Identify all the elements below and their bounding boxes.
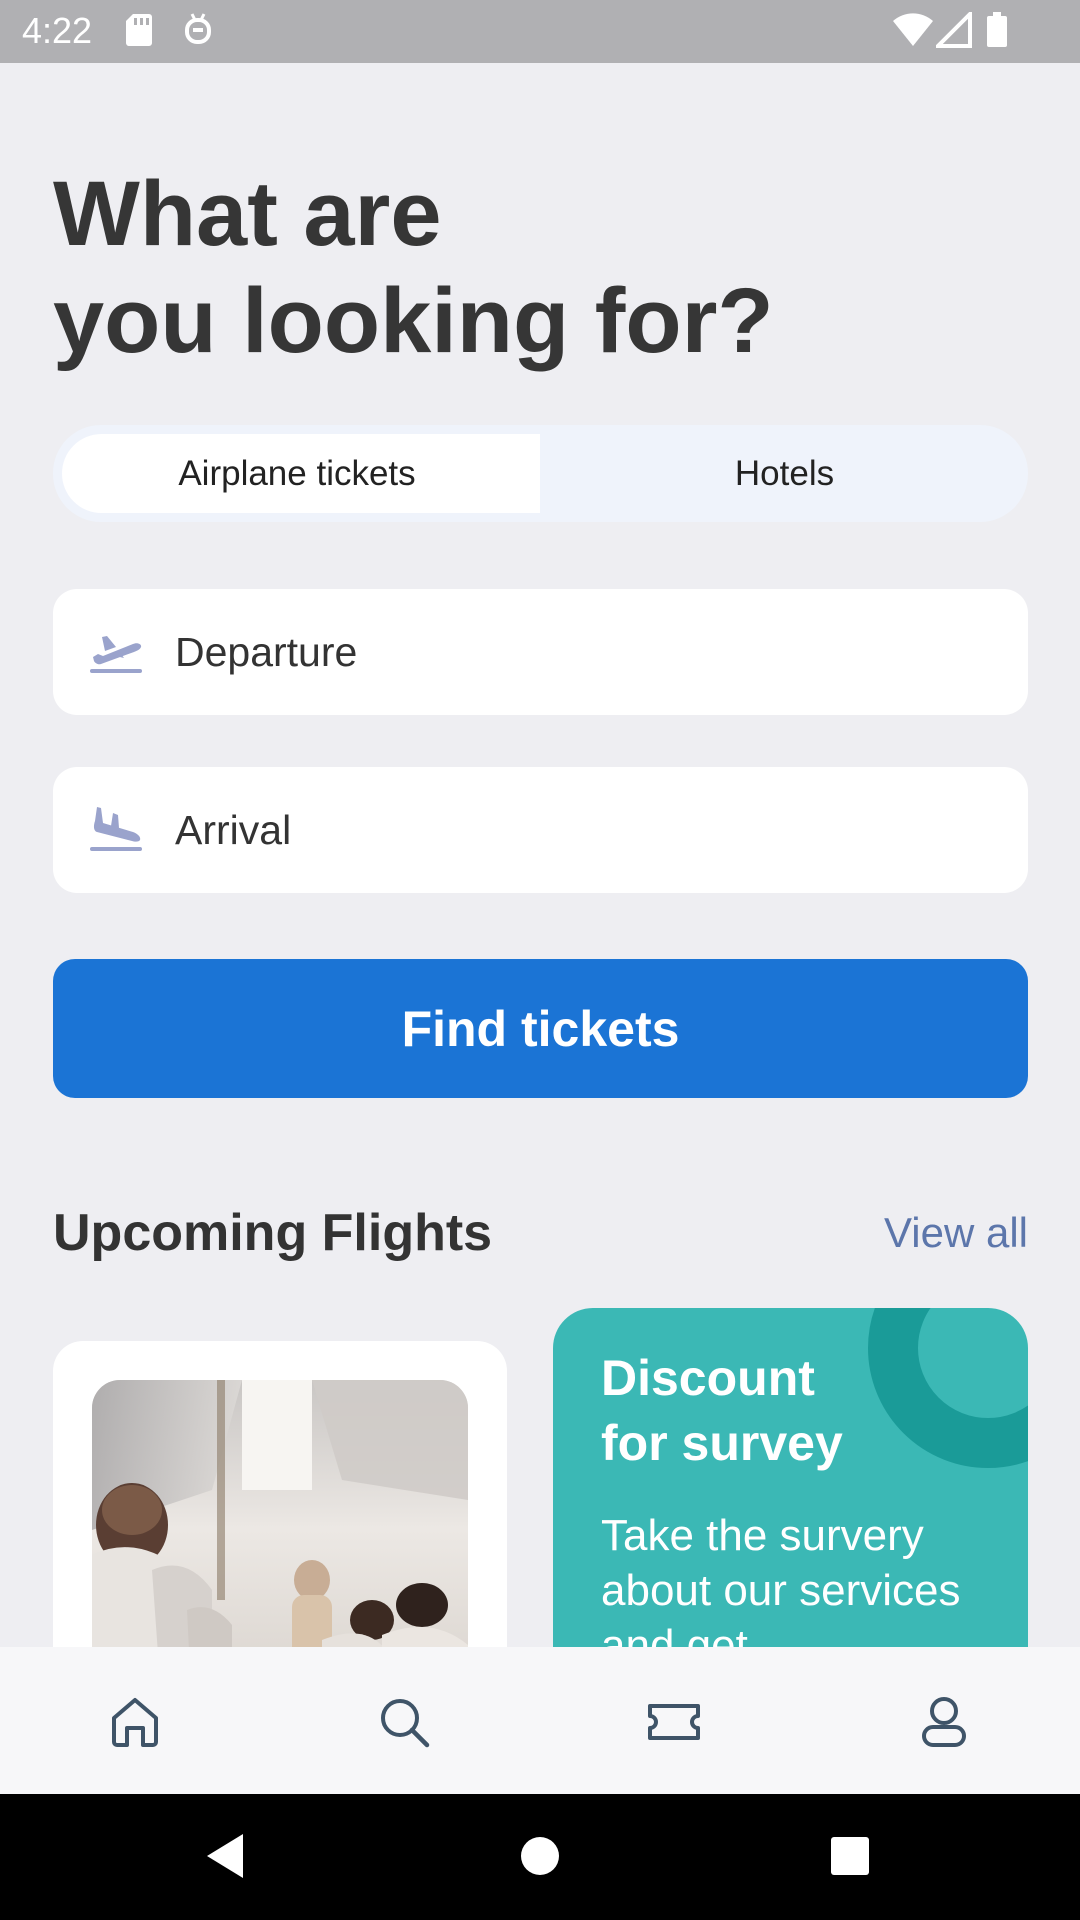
home-icon (112, 1698, 158, 1747)
survey-discount-card[interactable]: Discount for survey Take the survery abo… (553, 1308, 1028, 1647)
page-title: What are you looking for? (53, 161, 953, 375)
nav-profile[interactable] (909, 1687, 979, 1757)
tab-airplane-tickets[interactable]: Airplane tickets (53, 425, 541, 522)
promo-title-line-1: Discount (601, 1350, 815, 1406)
upcoming-flights-title: Upcoming Flights (53, 1204, 493, 1262)
status-bar: 4:22 (0, 0, 1080, 63)
nav-tickets[interactable] (639, 1687, 709, 1757)
home-button[interactable] (510, 1826, 570, 1886)
flight-land-icon (89, 805, 143, 855)
notification-icon (184, 12, 212, 53)
home-circle-icon (521, 1837, 559, 1875)
recents-icon (831, 1837, 869, 1875)
travel-type-switch: Airplane tickets Hotels (53, 425, 1028, 522)
main-content: What are you looking for? Airplane ticke… (0, 63, 1080, 1647)
wifi-icon (892, 12, 934, 53)
ticket-icon (648, 1704, 700, 1740)
airplane-cabin-image (92, 1380, 468, 1647)
departure-field[interactable]: Departure (53, 589, 1028, 715)
page-title-line-2: you looking for? (53, 270, 774, 372)
arrival-input[interactable]: Arrival (175, 807, 291, 854)
promo-title-line-2: for survey (601, 1415, 843, 1471)
page-title-line-1: What are (53, 163, 442, 265)
bottom-navigation (0, 1647, 1080, 1794)
arrival-field[interactable]: Arrival (53, 767, 1028, 893)
battery-icon (986, 12, 1008, 53)
back-button[interactable] (195, 1826, 255, 1886)
profile-icon (922, 1697, 966, 1747)
signal-icon (933, 9, 972, 53)
tab-hotels[interactable]: Hotels (541, 425, 1028, 522)
view-all-link[interactable]: View all (884, 1209, 1028, 1257)
system-navigation-bar (0, 1794, 1080, 1920)
tab-hotels-label: Hotels (734, 453, 835, 493)
recents-button[interactable] (820, 1826, 880, 1886)
promo-description: Take the survery about our services and … (601, 1511, 961, 1647)
flight-takeoff-icon (89, 627, 143, 677)
status-time: 4:22 (22, 10, 93, 51)
search-icon (381, 1699, 430, 1748)
upcoming-flight-card[interactable] (53, 1341, 507, 1647)
find-tickets-button[interactable]: Find tickets (53, 959, 1028, 1098)
promo-title: Discount for survey (601, 1346, 1001, 1476)
tab-airplane-tickets-label: Airplane tickets (178, 453, 416, 493)
nav-search[interactable] (369, 1687, 439, 1757)
nav-home[interactable] (100, 1687, 170, 1757)
back-icon (207, 1834, 243, 1878)
departure-input[interactable]: Departure (175, 629, 357, 676)
sd-card-icon (125, 12, 153, 53)
